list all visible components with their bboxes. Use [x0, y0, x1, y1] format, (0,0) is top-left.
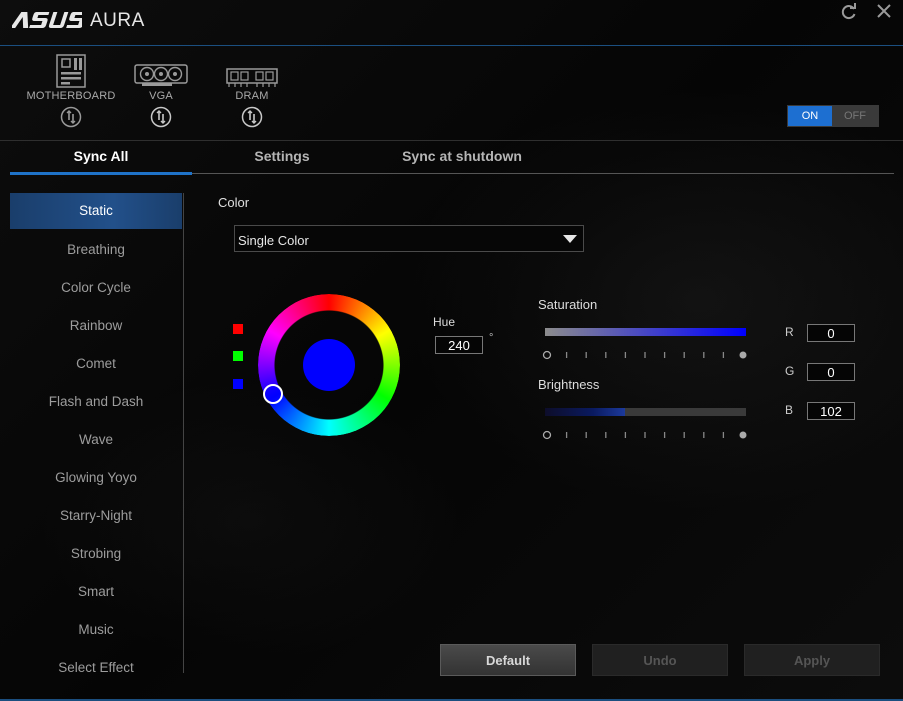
r-label: R	[785, 325, 794, 339]
hue-input[interactable]	[435, 336, 483, 354]
graphics-card-icon	[111, 52, 211, 88]
hue-label: Hue	[433, 315, 456, 329]
sync-icon	[60, 106, 82, 128]
saturation-ticks	[542, 350, 747, 360]
chevron-down-icon	[563, 235, 577, 243]
asus-logo	[12, 9, 82, 31]
tick-min	[542, 430, 552, 440]
motherboard-icon	[21, 52, 121, 88]
hue-handle[interactable]	[263, 384, 283, 404]
device-label: VGA	[149, 90, 173, 102]
effect-glowing-yoyo[interactable]: Glowing Yoyo	[10, 459, 182, 497]
brightness-label: Brightness	[538, 377, 600, 392]
on-button[interactable]: ON	[788, 106, 832, 126]
tick-max	[739, 351, 747, 359]
off-button[interactable]: OFF	[832, 106, 878, 126]
effect-breathing[interactable]: Breathing	[10, 231, 182, 269]
sync-icon	[241, 106, 263, 128]
color-wheel[interactable]	[258, 294, 400, 436]
selected-color-preview	[303, 339, 355, 391]
sync-icon	[150, 106, 172, 128]
swatch-green[interactable]	[233, 351, 243, 361]
effect-flash-and-dash[interactable]: Flash and Dash	[10, 383, 182, 421]
effect-color-cycle[interactable]: Color Cycle	[10, 269, 182, 307]
effect-music[interactable]: Music	[10, 611, 182, 649]
effect-wave[interactable]: Wave	[10, 421, 182, 459]
sidebar-divider	[183, 193, 184, 673]
power-toggle: ON OFF	[787, 105, 879, 127]
saturation-label: Saturation	[538, 297, 598, 312]
saturation-slider[interactable]	[545, 328, 746, 336]
r-input[interactable]	[807, 324, 855, 342]
degree-unit: °	[489, 332, 494, 344]
close-button[interactable]	[874, 2, 896, 22]
app-title: AURA	[90, 10, 145, 31]
effect-rainbow[interactable]: Rainbow	[10, 307, 182, 345]
g-label: G	[785, 364, 795, 378]
apply-button[interactable]: Apply	[744, 644, 880, 676]
g-input[interactable]	[807, 363, 855, 381]
refresh-button[interactable]	[838, 2, 860, 22]
refresh-icon	[841, 3, 856, 20]
effect-static[interactable]: Static	[10, 193, 182, 229]
swatch-blue[interactable]	[233, 379, 243, 389]
tab-sync-at-shutdown[interactable]: Sync at shutdown	[372, 148, 552, 170]
tab-divider	[192, 173, 894, 174]
close-icon	[877, 4, 891, 18]
b-input[interactable]	[807, 402, 855, 420]
device-label: DRAM	[235, 90, 269, 102]
tick-min	[542, 350, 552, 360]
undo-button[interactable]: Undo	[592, 644, 728, 676]
tab-settings[interactable]: Settings	[192, 148, 372, 170]
effect-smart[interactable]: Smart	[10, 573, 182, 611]
divider	[0, 140, 903, 141]
effect-select-effect[interactable]: Select Effect	[10, 649, 182, 687]
brightness-slider[interactable]	[545, 408, 746, 416]
effects-sidebar: Static Breathing Color Cycle Rainbow Com…	[10, 193, 182, 687]
brightness-fill	[545, 408, 626, 416]
brightness-ticks	[542, 430, 747, 440]
memory-icon	[202, 52, 302, 88]
swatch-red[interactable]	[233, 324, 243, 334]
device-label: MOTHERBOARD	[26, 90, 116, 102]
color-section-label: Color	[218, 195, 250, 210]
device-vga[interactable]: VGA	[111, 52, 211, 128]
device-motherboard[interactable]: MOTHERBOARD	[21, 52, 121, 128]
effect-comet[interactable]: Comet	[10, 345, 182, 383]
device-dram[interactable]: DRAM	[202, 52, 302, 128]
tick-max	[739, 431, 747, 439]
b-label: B	[785, 403, 794, 417]
active-tab-indicator	[10, 172, 192, 175]
effect-strobing[interactable]: Strobing	[10, 535, 182, 573]
effect-starry-night[interactable]: Starry-Night	[10, 497, 182, 535]
tab-sync-all[interactable]: Sync All	[10, 148, 192, 170]
dropdown-value: Single Color	[238, 233, 309, 248]
color-mode-dropdown[interactable]: Single Color	[234, 225, 584, 252]
aura-window: AURA MOTHERBOARD VGA DRAM ON OFF Sync Al…	[0, 0, 903, 701]
default-button[interactable]: Default	[440, 644, 576, 676]
